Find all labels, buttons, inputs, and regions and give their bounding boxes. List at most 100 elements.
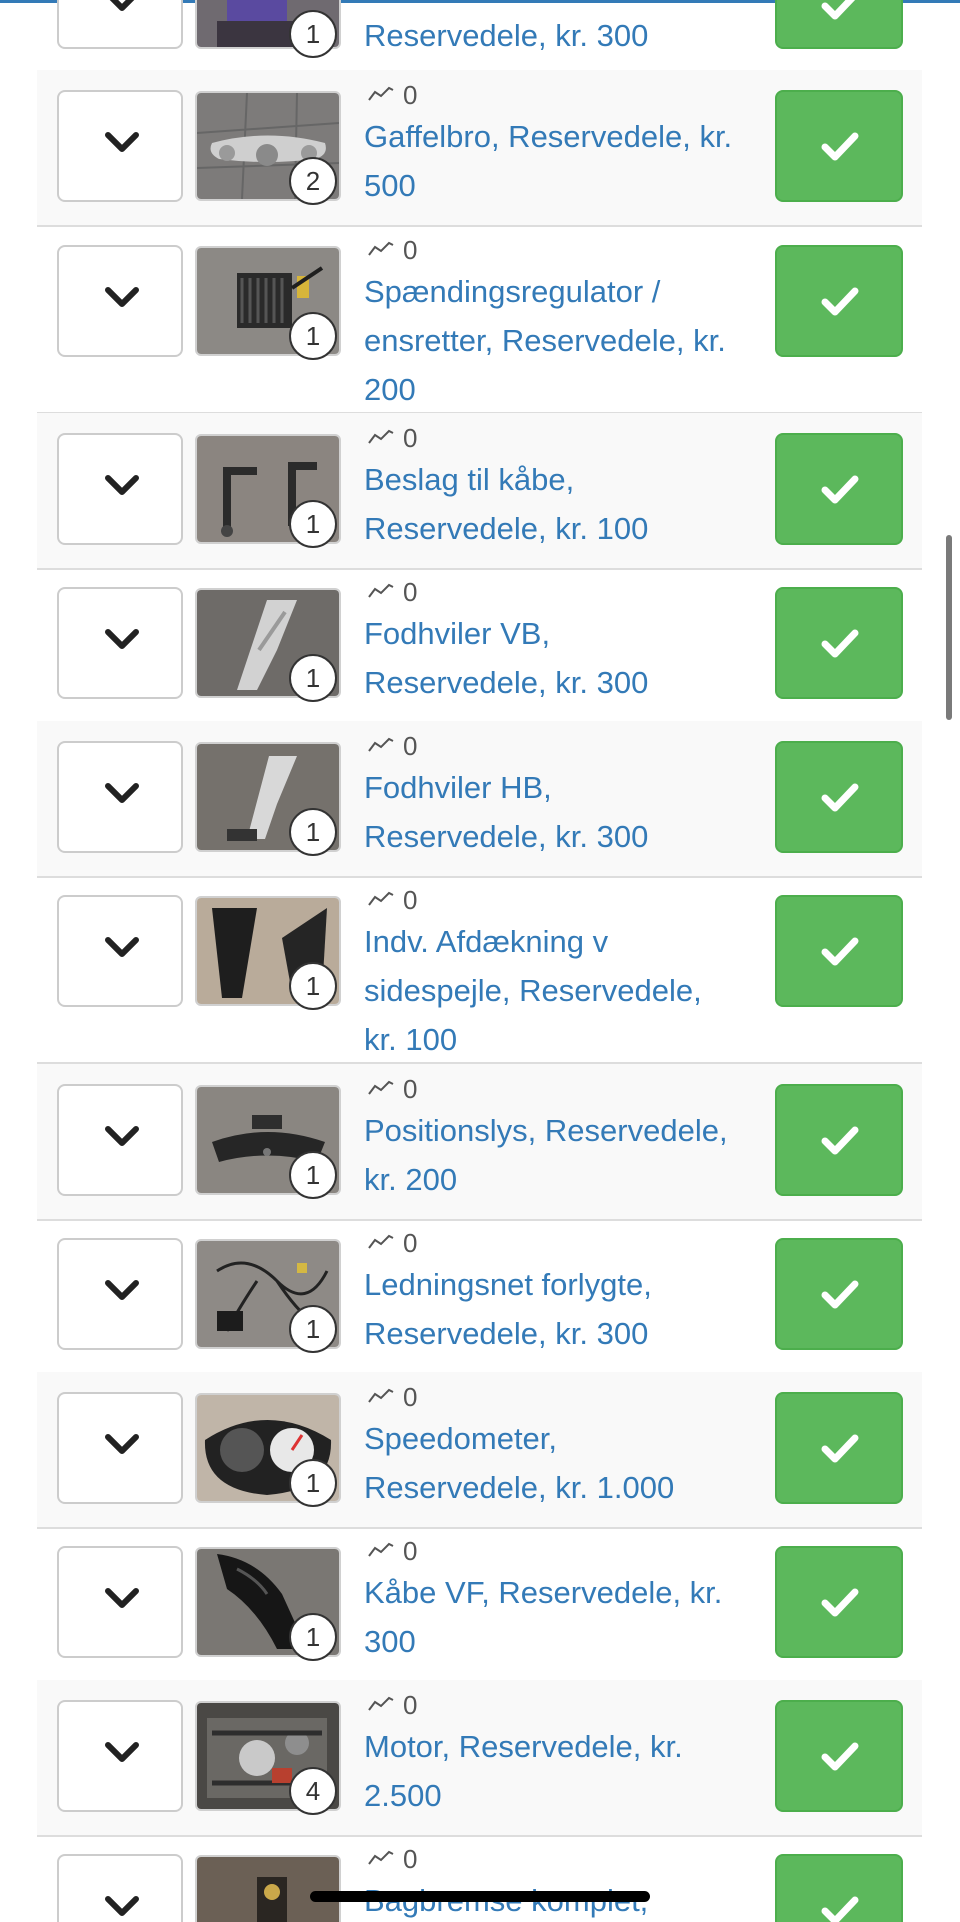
expand-button[interactable]: [57, 1084, 183, 1196]
view-count-value: 0: [403, 1382, 418, 1412]
select-button[interactable]: [775, 587, 903, 699]
home-indicator: [310, 1891, 650, 1902]
image-count-badge: 1: [289, 1613, 337, 1661]
view-count-value: 0: [403, 1536, 418, 1566]
chevron-down-icon: [105, 1742, 139, 1762]
list-item: 1 0 Kåbe VF, Reservedele, kr. 300: [37, 1526, 922, 1683]
view-count: 0: [367, 423, 417, 453]
view-count-value: 0: [403, 577, 418, 607]
view-count: 0: [367, 885, 417, 915]
listing-title-link[interactable]: Beslag til kåbe, Reservedele, kr. 100: [364, 455, 739, 553]
listing-photo[interactable]: [195, 1855, 341, 1922]
list-item: 1 0 Speedometer, Reservedele, kr. 1.000: [37, 1372, 922, 1529]
expand-button[interactable]: [57, 433, 183, 545]
view-count: 0: [367, 1228, 417, 1258]
expand-button[interactable]: [57, 1854, 183, 1922]
list-item: 1 Reservedele, kr. 300: [37, 0, 922, 72]
listing-title-link[interactable]: Motor, Reservedele, kr. 2.500: [364, 1722, 739, 1820]
listing-title-link[interactable]: Fodhviler VB, Reservedele, kr. 300: [364, 609, 739, 707]
checkmark-icon: [821, 1588, 859, 1617]
listing-title-link[interactable]: Fodhviler HB, Reservedele, kr. 300: [364, 763, 739, 861]
list-item: 1 0 Indv. Afdækning v sidespejle, Reserv…: [37, 875, 922, 1064]
expand-button[interactable]: [57, 895, 183, 1007]
select-button[interactable]: [775, 1084, 903, 1196]
chevron-down-icon: [105, 132, 139, 152]
view-count-value: 0: [403, 235, 418, 265]
chevron-down-icon: [105, 1434, 139, 1454]
listing-title-link[interactable]: Reservedele, kr. 300: [364, 11, 739, 60]
select-button[interactable]: [775, 1546, 903, 1658]
view-count: 0: [367, 80, 417, 110]
expand-button[interactable]: [57, 1546, 183, 1658]
view-count-value: 0: [403, 731, 418, 761]
trend-line-icon: [368, 241, 394, 256]
expand-button[interactable]: [57, 90, 183, 202]
listing-title-link[interactable]: Spændingsregulator / ensretter, Reserved…: [364, 267, 739, 412]
listing-title-link[interactable]: Ledningsnet forlygte, Reservedele, kr. 3…: [364, 1260, 739, 1358]
select-button[interactable]: [775, 1854, 903, 1922]
chevron-down-icon: [105, 1588, 139, 1608]
checkmark-icon: [821, 475, 859, 504]
listing-title-link[interactable]: Indv. Afdækning v sidespejle, Reservedel…: [364, 917, 739, 1062]
image-count-badge: 1: [289, 654, 337, 702]
image-count-badge: 1: [289, 1151, 337, 1199]
listing-title-link[interactable]: Positionslys, Reservedele, kr. 200: [364, 1106, 739, 1204]
view-count-value: 0: [403, 1690, 418, 1720]
expand-button[interactable]: [57, 1238, 183, 1350]
checkmark-icon: [821, 132, 859, 161]
expand-button[interactable]: [57, 1392, 183, 1504]
image-count-badge: 1: [289, 1305, 337, 1353]
expand-button[interactable]: [57, 741, 183, 853]
view-count-value: 0: [403, 80, 418, 110]
expand-button[interactable]: [57, 0, 183, 49]
view-count: 0: [367, 1382, 417, 1412]
select-button[interactable]: [775, 741, 903, 853]
select-button[interactable]: [775, 90, 903, 202]
chevron-down-icon: [105, 1126, 139, 1146]
view-count-value: 0: [403, 885, 418, 915]
listing-title-link[interactable]: Kåbe VF, Reservedele, kr. 300: [364, 1568, 739, 1666]
scrollbar[interactable]: [946, 535, 952, 720]
view-count: 0: [367, 1074, 417, 1104]
select-button[interactable]: [775, 1700, 903, 1812]
checkmark-icon: [821, 1896, 859, 1922]
chevron-down-icon: [105, 287, 139, 307]
trend-line-icon: [368, 429, 394, 444]
view-count: 0: [367, 577, 417, 607]
list-item: 1 0 Positionslys, Reservedele, kr. 200: [37, 1064, 922, 1221]
image-count-badge: 1: [289, 312, 337, 360]
trend-line-icon: [368, 1234, 394, 1249]
list-item: 1 0 Ledningsnet forlygte, Reservedele, k…: [37, 1218, 922, 1375]
trend-line-icon: [368, 583, 394, 598]
listing-title-link[interactable]: Gaffelbro, Reservedele, kr. 500: [364, 112, 739, 210]
chevron-down-icon: [105, 937, 139, 957]
select-button[interactable]: [775, 1392, 903, 1504]
chevron-down-icon: [105, 475, 139, 495]
image-count-badge: 1: [289, 10, 337, 58]
checkmark-icon: [821, 1280, 859, 1309]
select-button[interactable]: [775, 245, 903, 357]
select-button[interactable]: [775, 895, 903, 1007]
list-item: 1 0 Beslag til kåbe, Reservedele, kr. 10…: [37, 413, 922, 570]
expand-button[interactable]: [57, 1700, 183, 1812]
listing-title-link[interactable]: Speedometer, Reservedele, kr. 1.000: [364, 1414, 739, 1512]
trend-line-icon: [368, 86, 394, 101]
view-count: 0: [367, 731, 417, 761]
view-count-value: 0: [403, 1844, 418, 1874]
image-count-badge: 1: [289, 500, 337, 548]
select-button[interactable]: [775, 433, 903, 545]
image-count-badge: 1: [289, 808, 337, 856]
image-count-badge: 2: [289, 157, 337, 205]
expand-button[interactable]: [57, 245, 183, 357]
list-item: 2 0 Gaffelbro, Reservedele, kr. 500: [37, 70, 922, 227]
chevron-down-icon: [105, 1280, 139, 1300]
list-item: 1 0 Fodhviler VB, Reservedele, kr. 300: [37, 567, 922, 724]
expand-button[interactable]: [57, 587, 183, 699]
checkmark-icon: [821, 783, 859, 812]
select-button[interactable]: [775, 1238, 903, 1350]
trend-line-icon: [368, 1388, 394, 1403]
chevron-down-icon: [105, 629, 139, 649]
image-count-badge: 1: [289, 1459, 337, 1507]
view-count: 0: [367, 235, 417, 265]
select-button[interactable]: [775, 0, 903, 49]
